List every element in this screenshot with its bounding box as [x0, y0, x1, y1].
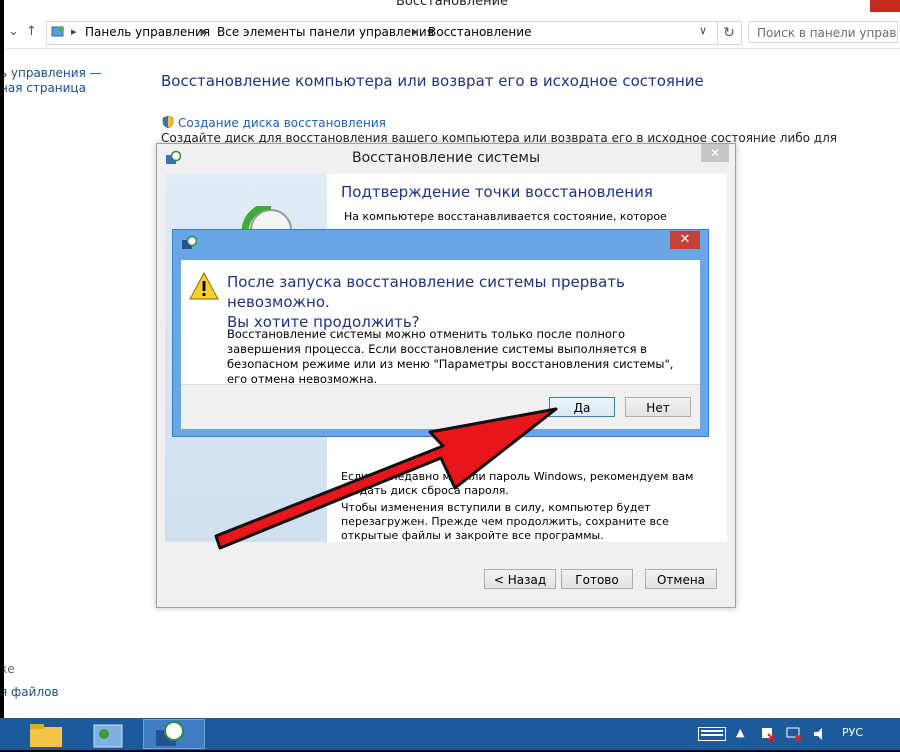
dialog-main-instruction: После запуска восстановление системы пре… — [227, 272, 697, 332]
flag-icon[interactable] — [760, 726, 776, 742]
system-restore-close-button[interactable]: ✕ — [701, 144, 729, 162]
file-history-link[interactable]: я файлов — [4, 685, 59, 699]
up-arrow-icon[interactable]: ↑ — [26, 24, 37, 39]
language-indicator[interactable]: РУС — [842, 726, 863, 739]
breadcrumb-separator-icon: ▸ — [202, 25, 208, 38]
shield-icon — [162, 115, 174, 129]
search-input[interactable]: Поиск в панели управления — [748, 21, 898, 43]
taskbar-control-panel-button[interactable] — [80, 719, 142, 749]
dialog-body: После запуска восстановление системы пре… — [181, 260, 700, 429]
window-close-button[interactable] — [870, 0, 900, 12]
dialog-body-text: Восстановление системы можно отменить то… — [227, 327, 674, 386]
taskbar-system-restore-button[interactable] — [143, 719, 205, 749]
restore-icon — [182, 235, 197, 249]
taskbar: ▲ РУС — [0, 718, 900, 750]
create-recovery-disk-link[interactable]: Создание диска восстановления — [161, 115, 386, 130]
wizard-text-restart: Чтобы изменения вступили в силу, компьют… — [341, 501, 669, 542]
dialog-footer: Да Нет — [181, 384, 700, 429]
wizard-text-password: Если вы недавно меняли пароль Windows, р… — [341, 470, 694, 497]
address-bar[interactable]: ▸ Панель управления ▸ Все элементы панел… — [46, 21, 742, 45]
explorer-icon — [93, 724, 123, 748]
nav-home-link-line2[interactable]: ная страница — [4, 81, 86, 95]
address-dropdown-icon[interactable]: ∨ — [699, 24, 707, 37]
breadcrumb-all-items[interactable]: Все элементы панели управления — [217, 25, 434, 39]
taskbar-explorer-button[interactable] — [14, 719, 76, 749]
window-title: Восстановление — [395, 0, 509, 9]
confirm-dialog: ✕ После запуска восстановление системы п… — [172, 229, 709, 437]
system-restore-title: Восстановление системы — [351, 150, 541, 166]
page-title: Восстановление компьютера или возврат ег… — [161, 72, 704, 90]
restore-icon — [156, 721, 184, 746]
navigation-bar: ⌄ ↑ ▸ Панель управления ▸ Все элементы п… — [4, 18, 900, 49]
tray-expand-icon[interactable]: ▲ — [736, 726, 744, 739]
refresh-icon[interactable]: ↻ — [717, 22, 740, 44]
system-restore-titlebar: Восстановление системы ✕ — [157, 144, 735, 174]
see-also-label: ке — [4, 662, 15, 676]
dialog-close-button[interactable]: ✕ — [670, 231, 700, 249]
folder-icon — [30, 724, 62, 747]
dialog-message-line1: После запуска восстановление системы пре… — [227, 273, 625, 311]
back-arrow-icon[interactable]: ⌄ — [8, 24, 19, 39]
control-panel-icon — [51, 26, 64, 37]
yes-button[interactable]: Да — [549, 397, 615, 417]
create-recovery-disk-label: Создание диска восстановления — [178, 116, 386, 130]
explorer-titlebar: Восстановление — [4, 0, 900, 14]
nav-home-link[interactable]: ь управления — — [4, 66, 102, 80]
wizard-text-restore-state: На компьютере восстанавливается состояни… — [344, 210, 667, 222]
breadcrumb-separator-icon: ▸ — [71, 25, 77, 38]
breadcrumb-recovery[interactable]: Восстановление — [428, 25, 531, 39]
keyboard-icon[interactable] — [698, 727, 726, 741]
finish-button[interactable]: Готово — [561, 569, 633, 589]
breadcrumb-control-panel[interactable]: Панель управления — [85, 25, 210, 39]
warning-icon — [189, 272, 219, 300]
network-icon[interactable] — [786, 726, 802, 742]
back-button[interactable]: < Назад — [484, 569, 556, 589]
no-button[interactable]: Нет — [625, 397, 691, 417]
cancel-button[interactable]: Отмена — [645, 569, 717, 589]
breadcrumb-separator-icon: ▸ — [413, 25, 419, 38]
volume-icon[interactable] — [812, 726, 828, 742]
wizard-heading: Подтверждение точки восстановления — [341, 183, 653, 201]
